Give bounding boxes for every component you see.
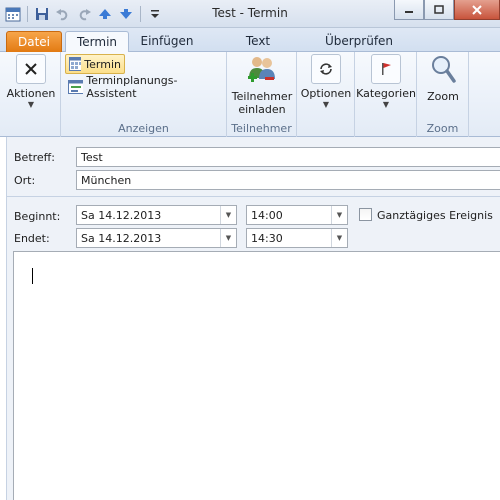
minimize-icon[interactable] <box>394 0 424 20</box>
tab-ueberpruefen[interactable]: Überprüfen <box>318 31 400 52</box>
allday-label: Ganztägiges Ereignis <box>377 209 493 222</box>
teilnehmer-label-2: einladen <box>238 103 286 116</box>
location-label: Ort: <box>14 174 36 187</box>
optionen-button[interactable]: Optionen ▼ <box>299 54 353 110</box>
chevron-down-icon[interactable]: ▼ <box>331 229 347 247</box>
group-aktionen: Aktionen ▼ <box>0 52 61 137</box>
form-divider <box>7 196 500 197</box>
termin-view-button[interactable]: Termin <box>65 54 125 74</box>
group-label-teilnehmer: Teilnehmer <box>231 122 292 135</box>
start-date-value: Sa 14.12.2013 <box>81 209 162 222</box>
chevron-down-icon[interactable]: ▼ <box>220 206 236 224</box>
chevron-down-icon[interactable]: ▼ <box>331 206 347 224</box>
end-label: Endet: <box>14 232 50 245</box>
appointment-form: Betreff: Test Ort: München Beginnt: Sa 1… <box>6 137 500 500</box>
group-label-zoom: Zoom <box>426 122 459 135</box>
zoom-button[interactable]: Zoom <box>419 54 467 103</box>
end-date-value: Sa 14.12.2013 <box>81 232 162 245</box>
group-kategorien: Kategorien ▼ <box>355 52 417 137</box>
chevron-down-icon[interactable]: ▼ <box>220 229 236 247</box>
terminplanungs-assistent-button[interactable]: Terminplanungs-Assistent <box>65 74 225 100</box>
maximize-icon[interactable] <box>424 0 454 20</box>
tab-datei[interactable]: Datei <box>6 31 62 52</box>
text-cursor <box>32 268 33 284</box>
kategorien-button[interactable]: Kategorien ▼ <box>356 54 416 110</box>
scheduling-assistant-icon <box>68 80 84 94</box>
ribbon: Aktionen ▼ Termin Terminplanungs-Assiste… <box>0 52 500 137</box>
tab-einfuegen[interactable]: Einfügen <box>136 31 198 52</box>
subject-label: Betreff: <box>14 151 55 164</box>
chevron-down-icon: ▼ <box>27 100 35 109</box>
end-time-picker[interactable]: 14:30 ▼ <box>246 228 348 248</box>
start-time-picker[interactable]: 14:00 ▼ <box>246 205 348 225</box>
chevron-down-icon: ▼ <box>382 100 390 109</box>
group-zoom: Zoom Zoom <box>417 52 469 137</box>
delete-x-icon <box>16 54 46 84</box>
window-controls <box>394 0 500 20</box>
title-bar: Test - Termin <box>0 0 500 28</box>
recurrence-icon <box>311 54 341 84</box>
termin-view-label: Termin <box>84 57 121 71</box>
zoom-label: Zoom <box>427 90 459 103</box>
magnifier-icon <box>432 56 456 83</box>
teilnehmer-einladen-button[interactable]: Teilnehmer einladen <box>229 54 295 116</box>
ribbon-tabs: Datei Termin Einfügen Text formatieren Ü… <box>0 28 500 68</box>
subject-input[interactable]: Test <box>76 147 500 167</box>
allday-checkbox[interactable] <box>359 208 372 221</box>
message-body-editor[interactable] <box>13 251 500 500</box>
kategorien-label: Kategorien <box>356 87 416 100</box>
group-teilnehmer: Teilnehmer einladen Teilnehmer <box>227 52 297 137</box>
tab-termin[interactable]: Termin <box>65 31 129 53</box>
flag-icon <box>371 54 401 84</box>
start-time-value: 14:00 <box>251 209 283 222</box>
calendar-grid-icon <box>69 57 82 71</box>
close-icon[interactable] <box>454 0 500 20</box>
optionen-label: Optionen <box>300 87 352 100</box>
aktionen-label: Aktionen <box>6 87 56 100</box>
group-optionen: Optionen ▼ <box>297 52 355 137</box>
start-label: Beginnt: <box>14 210 61 223</box>
start-date-picker[interactable]: Sa 14.12.2013 ▼ <box>76 205 237 225</box>
location-input[interactable]: München <box>76 170 500 190</box>
end-time-value: 14:30 <box>251 232 283 245</box>
invite-attendees-icon <box>248 57 275 82</box>
terminplanungs-assistent-label: Terminplanungs-Assistent <box>86 74 178 100</box>
end-date-picker[interactable]: Sa 14.12.2013 ▼ <box>76 228 237 248</box>
aktionen-button[interactable]: Aktionen ▼ <box>6 54 56 110</box>
group-anzeigen: Termin Terminplanungs-Assistent Anzeigen <box>61 52 227 137</box>
tab-text-formatieren[interactable]: Text formatieren <box>210 31 306 68</box>
chevron-down-icon: ▼ <box>322 100 330 109</box>
teilnehmer-label-1: Teilnehmer <box>231 90 293 103</box>
group-label-anzeigen: Anzeigen <box>118 122 169 135</box>
